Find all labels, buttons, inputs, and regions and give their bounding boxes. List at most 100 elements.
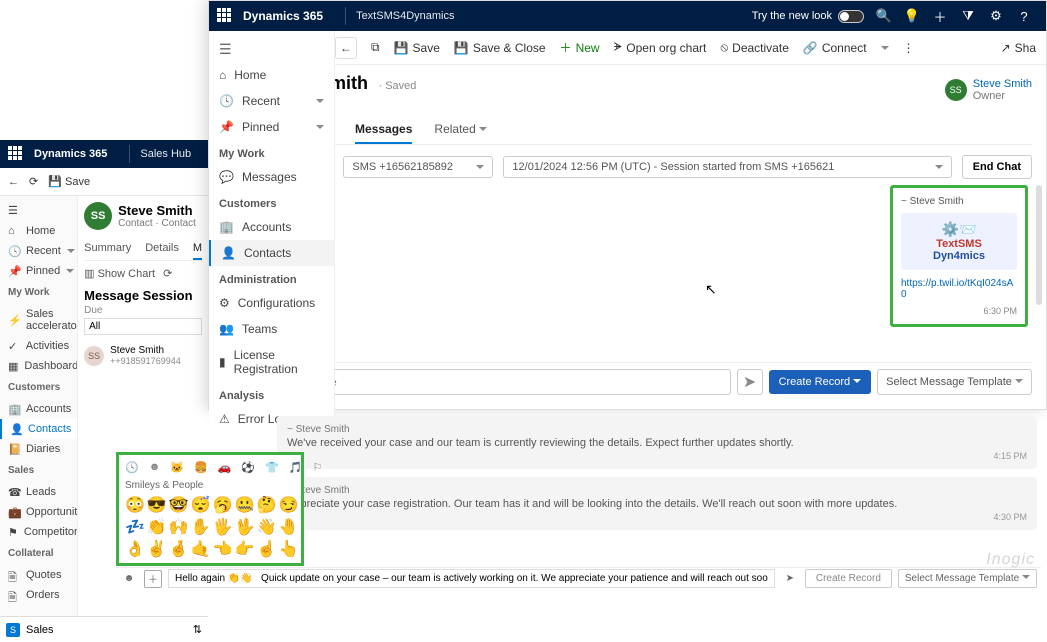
message-input[interactable] <box>279 369 731 395</box>
cat-activities-icon[interactable]: ⚽ <box>241 461 255 474</box>
tab-summary[interactable]: Summary <box>84 238 131 260</box>
emoji-item[interactable]: 👌 <box>125 539 145 559</box>
emoji-item[interactable]: ✋ <box>191 517 211 537</box>
nav-quotes[interactable]: 🗎Quotes <box>0 565 77 585</box>
tab-m[interactable]: M <box>193 238 202 260</box>
connect-split-chevron[interactable] <box>881 44 889 52</box>
due-filter[interactable]: All <box>84 318 202 335</box>
cat-smileys-icon[interactable]: ☻ <box>149 461 161 474</box>
nav-hamburger[interactable]: ☰ <box>0 200 77 221</box>
emoji-item[interactable]: 👆 <box>278 539 298 559</box>
emoji-icon[interactable]: ☻ <box>120 570 138 588</box>
refresh-icon[interactable]: ⟳ <box>163 267 172 280</box>
channel-dropdown[interactable]: SMS +16562185892 <box>343 156 493 178</box>
filter-icon[interactable]: ⧩ <box>954 8 982 24</box>
nav-pinned[interactable]: 📌 Pinned <box>209 114 334 140</box>
send-icon[interactable]: ➤ <box>781 570 799 588</box>
show-chart-button[interactable]: ▥ Show Chart <box>84 267 155 280</box>
cat-flags-icon[interactable]: ⚐ <box>313 461 323 474</box>
message-input[interactable] <box>168 569 775 588</box>
nav-dashboards[interactable]: ▦Dashboards <box>0 356 77 376</box>
connect-button[interactable]: 🔗 Connect <box>803 41 867 55</box>
emoji-item[interactable]: 🤓 <box>169 495 189 515</box>
nav-competitors[interactable]: ⚑Competitors <box>0 522 77 542</box>
select-template-button[interactable]: Select Message Template <box>877 369 1032 395</box>
nav-opportunities[interactable]: 💼Opportunities <box>0 502 77 522</box>
list-item[interactable]: SS Steve Smith ++918591769944 <box>84 345 202 366</box>
emoji-item[interactable]: 😎 <box>147 495 167 515</box>
emoji-item[interactable]: 🤐 <box>235 495 255 515</box>
tab-messages[interactable]: Messages <box>355 116 412 144</box>
tab-details[interactable]: Details <box>145 238 179 260</box>
emoji-item[interactable]: 🥱 <box>213 495 233 515</box>
emoji-item[interactable]: 🖐️ <box>213 517 233 537</box>
open-new-window-icon[interactable]: ⧉ <box>371 40 380 55</box>
attach-icon[interactable]: ＋ <box>144 570 162 588</box>
area-switcher[interactable]: S Sales ⇅ <box>0 616 208 642</box>
owner-field[interactable]: SS Steve Smith Owner <box>945 78 1032 102</box>
create-record-button[interactable]: Create Record <box>769 370 872 394</box>
emoji-item[interactable]: 🤚 <box>278 517 298 537</box>
scrollbar[interactable] <box>1036 185 1042 305</box>
nav-leads[interactable]: ☎Leads <box>0 482 77 502</box>
open-org-chart-button[interactable]: ᗘ Open org chart <box>614 40 707 55</box>
gear-icon[interactable]: ⚙ <box>982 8 1010 24</box>
cat-recent-icon[interactable]: 🕓 <box>125 461 139 474</box>
owner-link[interactable]: Steve Smith <box>973 78 1032 90</box>
emoji-item[interactable]: 😴 <box>191 495 211 515</box>
emoji-item[interactable]: 🖖 <box>235 517 255 537</box>
cat-travel-icon[interactable]: 🚗 <box>218 461 232 474</box>
emoji-item[interactable]: 👉 <box>235 539 255 559</box>
save-button[interactable]: 💾 Save <box>394 41 440 55</box>
nav-diaries[interactable]: 📔Diaries <box>0 439 77 459</box>
nav-contacts[interactable]: 👤Contacts <box>0 419 77 439</box>
try-new-look-toggle[interactable]: Try the new look <box>752 10 864 23</box>
new-button[interactable]: ＋ New <box>560 39 600 56</box>
emoji-item[interactable]: 👋 <box>257 517 277 537</box>
end-chat-button[interactable]: End Chat <box>962 155 1032 179</box>
share-button[interactable]: ↗ Sha <box>1001 41 1036 55</box>
deactivate-button[interactable]: ⦸ Deactivate <box>720 40 789 55</box>
add-icon[interactable]: ＋ <box>926 7 954 26</box>
emoji-item[interactable]: ☝️ <box>257 539 277 559</box>
emoji-item[interactable]: 👈 <box>213 539 233 559</box>
search-icon[interactable]: 🔍 <box>870 8 898 24</box>
emoji-item[interactable]: 😏 <box>278 495 298 515</box>
app-launcher-icon[interactable] <box>8 146 24 162</box>
bulb-icon[interactable]: 💡 <box>898 8 926 24</box>
emoji-item[interactable]: 👏 <box>147 517 167 537</box>
emoji-item[interactable]: 🤞 <box>169 539 189 559</box>
cat-symbols-icon[interactable]: 🎵 <box>289 461 303 474</box>
app-launcher-icon[interactable] <box>217 8 233 24</box>
back-icon[interactable]: ← <box>8 176 19 188</box>
cat-animals-icon[interactable]: 🐱 <box>170 461 184 474</box>
nav-accounts[interactable]: 🏢Accounts <box>0 399 77 419</box>
send-icon[interactable]: ➤ <box>737 369 763 395</box>
cat-objects-icon[interactable]: 👕 <box>265 461 279 474</box>
back-button[interactable]: ← <box>335 37 357 59</box>
nav-home[interactable]: ⌂ Home <box>209 62 334 88</box>
save-button[interactable]: 💾 Save <box>48 175 90 188</box>
bubble-link[interactable]: https://p.twil.io/tKqI024sA0 <box>901 278 1013 300</box>
overflow-icon[interactable]: ⋮ <box>903 41 915 55</box>
emoji-item[interactable]: 🙌 <box>169 517 189 537</box>
nav-pinned[interactable]: 📌Pinned <box>0 261 77 281</box>
create-record-button[interactable]: Create Record <box>805 569 892 588</box>
nav-orders[interactable]: 🗎Orders <box>0 585 77 605</box>
emoji-item[interactable]: 💤 <box>125 517 145 537</box>
help-icon[interactable]: ? <box>1010 9 1038 24</box>
save-close-button[interactable]: 💾 Save & Close <box>454 41 546 55</box>
emoji-item[interactable]: 🤙 <box>191 539 211 559</box>
nav-hamburger[interactable]: ☰ <box>209 37 334 62</box>
emoji-item[interactable]: 😳 <box>125 495 145 515</box>
tab-related[interactable]: Related <box>434 116 487 144</box>
emoji-item[interactable]: ✌️ <box>147 539 167 559</box>
emoji-item[interactable]: 🤔 <box>257 495 277 515</box>
nav-activities[interactable]: ✓Activities <box>0 336 77 356</box>
nav-sales-accelerator[interactable]: ⚡Sales accelerator <box>0 304 77 336</box>
nav-recent[interactable]: 🕓Recent <box>0 241 77 261</box>
nav-recent[interactable]: 🕓 Recent <box>209 88 334 114</box>
select-template-button[interactable]: Select Message Template <box>898 569 1037 588</box>
cat-food-icon[interactable]: 🍔 <box>194 461 208 474</box>
refresh-icon[interactable]: ⟳ <box>29 175 38 188</box>
